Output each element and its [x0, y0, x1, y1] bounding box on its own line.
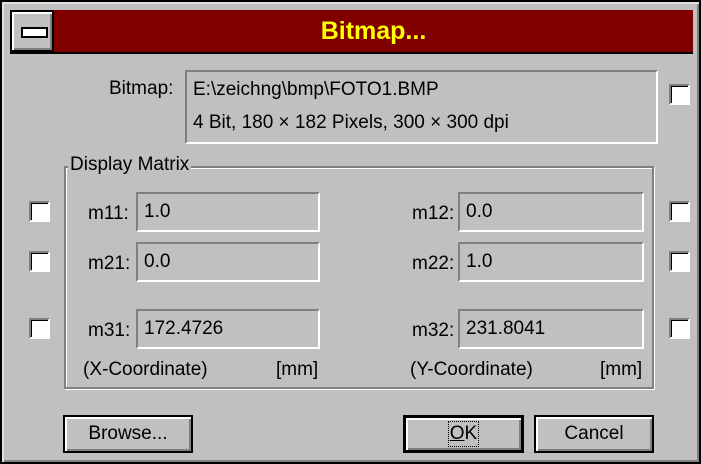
y-unit-label: [mm] — [600, 359, 643, 380]
bitmap-info-box: E:\zeichng\bmp\FOTO1.BMP 4 Bit, 180 × 18… — [185, 70, 658, 144]
m21-value: 0.0 — [144, 251, 171, 272]
m12-label: m12: — [412, 203, 455, 224]
m32-checkbox[interactable] — [669, 318, 690, 339]
m22-label: m22: — [412, 253, 455, 274]
m32-field[interactable]: 231.8041 — [458, 309, 644, 349]
m31-value: 172.4726 — [144, 318, 224, 339]
bitmap-dialog: Bitmap... Bitmap: E:\zeichng\bmp\FOTO1.B… — [0, 0, 701, 464]
browse-button-label: Browse... — [88, 423, 168, 444]
m31-field[interactable]: 172.4726 — [136, 309, 320, 349]
bitmap-details: 4 Bit, 180 × 182 Pixels, 300 × 300 dpi — [193, 112, 509, 133]
m22-checkbox[interactable] — [669, 251, 690, 272]
m12-checkbox[interactable] — [669, 201, 690, 222]
m11-label: m11: — [88, 203, 129, 224]
x-unit-label: [mm] — [276, 359, 319, 380]
bitmap-label: Bitmap: — [109, 78, 174, 99]
m12-field[interactable]: 0.0 — [458, 192, 644, 232]
ok-button[interactable]: OK — [403, 415, 524, 453]
cancel-button-label: Cancel — [564, 423, 624, 444]
m22-value: 1.0 — [466, 251, 493, 272]
system-menu-icon — [21, 27, 48, 38]
window-title: Bitmap... — [320, 17, 427, 45]
title-bar[interactable]: Bitmap... — [10, 10, 693, 54]
bitmap-checkbox[interactable] — [669, 84, 690, 105]
m21-field[interactable]: 0.0 — [136, 242, 320, 282]
m31-checkbox[interactable] — [29, 318, 50, 339]
m21-checkbox[interactable] — [29, 251, 50, 272]
m11-field[interactable]: 1.0 — [136, 192, 320, 232]
y-coordinate-caption: (Y-Coordinate) — [410, 359, 533, 380]
m22-field[interactable]: 1.0 — [458, 242, 644, 282]
cancel-button[interactable]: Cancel — [534, 415, 654, 453]
x-coordinate-caption: (X-Coordinate) — [83, 359, 208, 380]
m32-label: m32: — [412, 320, 455, 341]
browse-button[interactable]: Browse... — [63, 415, 193, 453]
m21-label: m21: — [88, 253, 131, 274]
system-menu-button[interactable] — [10, 10, 54, 52]
m32-value: 231.8041 — [466, 318, 546, 339]
m12-value: 0.0 — [466, 201, 493, 222]
ok-button-label: OK — [447, 421, 480, 447]
bitmap-path: E:\zeichng\bmp\FOTO1.BMP — [193, 79, 439, 100]
m11-value: 1.0 — [144, 201, 171, 222]
m31-label: m31: — [88, 320, 131, 341]
m11-checkbox[interactable] — [29, 201, 50, 222]
display-matrix-title: Display Matrix — [68, 154, 192, 176]
